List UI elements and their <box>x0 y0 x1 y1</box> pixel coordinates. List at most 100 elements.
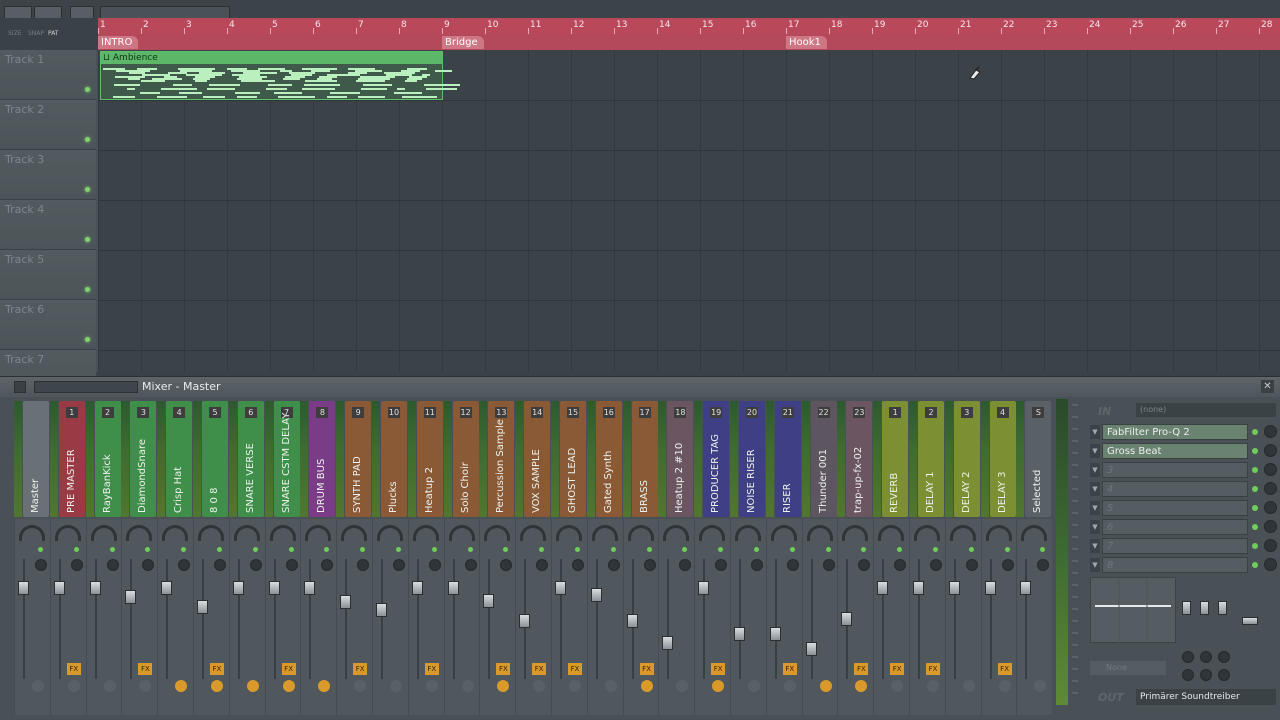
record-arm-icon[interactable] <box>748 680 760 692</box>
track-mute-led[interactable] <box>85 337 90 342</box>
slot-menu-arrow-icon[interactable]: ▼ <box>1090 501 1100 515</box>
slot-enable-led[interactable] <box>1252 486 1258 492</box>
slot-enable-led[interactable] <box>1252 448 1258 454</box>
mix-slider[interactable] <box>1242 617 1258 625</box>
track-header[interactable]: Track 1 <box>0 50 96 100</box>
fx-indicator[interactable]: FX <box>66 663 81 675</box>
stereo-knob[interactable] <box>249 559 262 571</box>
pattern-clip[interactable]: ⊔ Ambience <box>100 51 460 100</box>
mixer-channel[interactable]: 13 Percussion Sample FX <box>479 399 516 715</box>
insert-slot-name[interactable]: FabFilter Pro-Q 2 <box>1102 424 1248 440</box>
volume-fader[interactable] <box>877 581 889 595</box>
stereo-knob[interactable] <box>70 559 83 571</box>
volume-fader[interactable] <box>268 581 280 595</box>
volume-fader[interactable] <box>125 589 137 604</box>
pan-knob[interactable] <box>341 525 368 541</box>
slot-menu-arrow-icon[interactable]: ▼ <box>1090 520 1100 534</box>
channel-label[interactable]: 19 PRODUCER TAG <box>703 401 730 517</box>
stereo-knob[interactable] <box>607 559 620 571</box>
slot-enable-led[interactable] <box>1252 505 1258 511</box>
eq-high-knob[interactable] <box>1218 651 1230 663</box>
stereo-knob[interactable] <box>1037 559 1050 571</box>
fx-indicator[interactable]: FX <box>281 663 296 675</box>
volume-fader[interactable] <box>376 603 387 617</box>
channel-enable-led[interactable] <box>789 547 795 552</box>
track-header[interactable]: Track 6 <box>0 300 96 350</box>
stereo-knob[interactable] <box>715 559 728 571</box>
channel-label[interactable]: 3 DiamondSnare <box>130 401 157 517</box>
insert-slot-name[interactable]: 6 <box>1102 519 1248 535</box>
channel-label[interactable]: 9 SYNTH PAD <box>345 401 372 517</box>
volume-fader[interactable] <box>948 581 960 595</box>
fx-indicator[interactable]: FX <box>997 663 1012 675</box>
track-header[interactable]: Track 2 <box>0 100 96 150</box>
record-arm-icon[interactable] <box>246 680 259 692</box>
slot-enable-led[interactable] <box>1252 467 1258 473</box>
slot-mix-knob[interactable] <box>1264 482 1277 495</box>
volume-fader[interactable] <box>411 581 423 595</box>
volume-fader[interactable] <box>340 595 352 610</box>
channel-label[interactable]: Master <box>23 401 49 517</box>
record-arm-icon[interactable] <box>354 680 367 692</box>
channel-label[interactable]: 16 Gated Synth <box>595 401 622 517</box>
record-arm-icon[interactable] <box>461 680 474 692</box>
record-arm-icon[interactable] <box>497 680 510 692</box>
track-header[interactable]: Track 3 <box>0 150 96 200</box>
stereo-knob[interactable] <box>142 559 155 571</box>
channel-enable-led[interactable] <box>825 547 831 552</box>
mixer-channel[interactable]: 3 DiamondSnare FX <box>121 399 158 715</box>
channel-label[interactable]: 10 Plucks <box>381 401 407 517</box>
channel-label[interactable]: 22 Thunder 001 <box>810 401 837 517</box>
mixer-channel[interactable]: 9 SYNTH PAD FX <box>336 399 373 715</box>
mixer-channel[interactable]: 20 NOISE RISER <box>730 399 766 715</box>
fx-indicator[interactable]: FX <box>782 663 797 675</box>
mixer-channel[interactable]: 23 trap-up-fx-02 FX <box>837 399 874 715</box>
volume-fader[interactable] <box>590 587 602 602</box>
channel-enable-led[interactable] <box>682 547 688 552</box>
channel-enable-led[interactable] <box>968 547 974 552</box>
channel-label[interactable]: 1 REVERB <box>882 401 909 517</box>
channel-enable-led[interactable] <box>646 547 652 552</box>
fx-indicator[interactable]: FX <box>568 663 582 675</box>
pan-knob[interactable] <box>269 525 296 541</box>
channel-label[interactable]: 17 BRASS <box>631 401 658 517</box>
pan-knob[interactable] <box>484 525 511 541</box>
channel-label[interactable]: 13 Percussion Sample <box>488 401 515 517</box>
slot-mix-knob[interactable] <box>1264 444 1277 457</box>
channel-label[interactable]: 11 Heatup 2 <box>416 401 443 517</box>
pan-knob[interactable] <box>90 525 117 541</box>
volume-fader[interactable] <box>555 581 566 595</box>
channel-enable-led[interactable] <box>718 547 724 552</box>
stereo-knob[interactable] <box>930 559 942 571</box>
volume-fader[interactable] <box>626 614 638 628</box>
stereo-knob[interactable] <box>822 559 835 571</box>
mixer-channel[interactable]: 14 VOX SAMPLE FX <box>515 399 552 715</box>
eq-low-knob[interactable] <box>1182 651 1194 663</box>
volume-fader[interactable] <box>18 581 29 595</box>
slot-mix-knob[interactable] <box>1264 463 1277 476</box>
eq-graph[interactable] <box>1090 577 1176 644</box>
channel-enable-led[interactable] <box>754 547 759 552</box>
insert-slot[interactable]: ▼ 5 <box>1090 499 1280 517</box>
pan-knob[interactable] <box>377 525 403 541</box>
pan-knob[interactable] <box>699 525 726 541</box>
volume-fader[interactable] <box>805 641 817 656</box>
record-arm-icon[interactable] <box>676 680 689 692</box>
fx-indicator[interactable]: FX <box>353 663 368 675</box>
insert-slot-name[interactable]: 4 <box>1102 481 1248 497</box>
mixer-channel[interactable]: 3 DELAY 2 <box>944 399 981 715</box>
insert-slot[interactable]: ▼ 8 <box>1090 556 1280 574</box>
volume-fader[interactable] <box>89 581 101 595</box>
channel-enable-led[interactable] <box>575 547 580 552</box>
record-arm-icon[interactable] <box>390 680 402 692</box>
fx-indicator[interactable]: FX <box>210 663 224 675</box>
eq-mid-width-knob[interactable] <box>1200 669 1212 681</box>
mixer-close-icon[interactable]: ✕ <box>1261 380 1274 393</box>
track-mute-led[interactable] <box>85 187 90 192</box>
mixer-channel[interactable]: 12 Solo Choir <box>443 399 480 715</box>
channel-label[interactable]: 23 trap-up-fx-02 <box>846 401 873 517</box>
insert-slot-name[interactable]: 8 <box>1102 557 1248 573</box>
stereo-knob[interactable] <box>500 559 513 571</box>
volume-fader[interactable] <box>53 581 65 595</box>
channel-enable-led[interactable] <box>1040 547 1046 552</box>
